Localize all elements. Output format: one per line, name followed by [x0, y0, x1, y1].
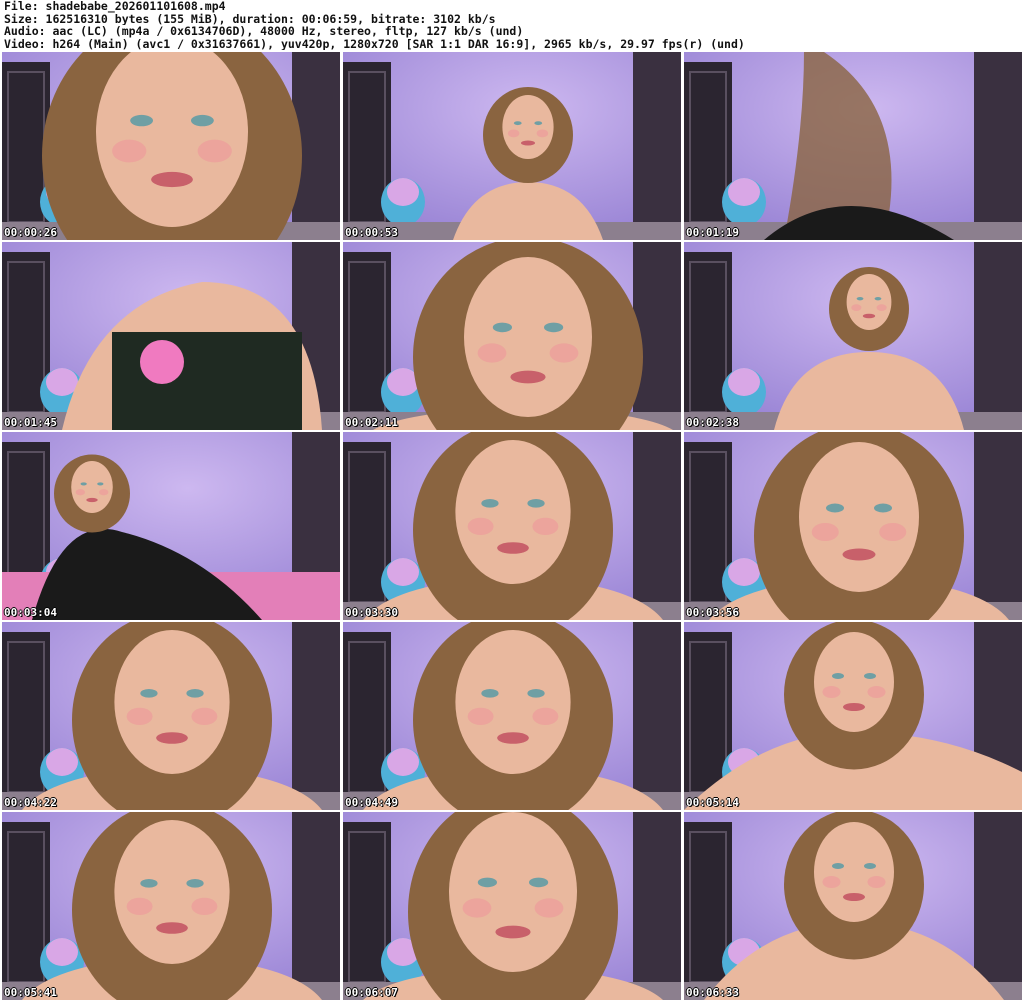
thumbnail-image	[2, 622, 340, 810]
thumbnail-timestamp: 00:06:33	[686, 986, 739, 999]
thumbnail-image	[343, 52, 681, 240]
thumbnail-timestamp: 00:01:19	[686, 226, 739, 239]
thumbnail-frame: 00:03:56	[684, 432, 1022, 620]
thumbnail-timestamp: 00:05:14	[686, 796, 739, 809]
thumbnail-grid: 00:00:26 00:00:53 00:01:19 00:01:45 00:0…	[2, 52, 1022, 1003]
thumbnail-frame: 00:01:45	[2, 242, 340, 430]
thumbnail-frame: 00:03:30	[343, 432, 681, 620]
thumbnail-frame: 00:02:38	[684, 242, 1022, 430]
thumbnail-image	[343, 622, 681, 810]
file-size-line: Size: 162516310 bytes (155 MiB), duratio…	[4, 12, 496, 25]
thumbnail-image	[684, 622, 1022, 810]
file-name-line: File: shadebabe_202601101608.mp4	[4, 0, 226, 13]
thumbnail-timestamp: 00:00:53	[345, 226, 398, 239]
thumbnail-timestamp: 00:06:07	[345, 986, 398, 999]
thumbnail-image	[343, 432, 681, 620]
thumbnail-image	[2, 52, 340, 240]
thumbnail-timestamp: 00:04:22	[4, 796, 57, 809]
thumbnail-image	[343, 242, 681, 430]
thumbnail-frame: 00:04:22	[2, 622, 340, 810]
thumbnail-frame: 00:03:04	[2, 432, 340, 620]
thumbnail-timestamp: 00:05:41	[4, 986, 57, 999]
thumbnail-image	[684, 432, 1022, 620]
thumbnail-frame: 00:01:19	[684, 52, 1022, 240]
audio-info-line: Audio: aac (LC) (mp4a / 0x6134706D), 480…	[4, 25, 524, 38]
thumbnail-image	[343, 812, 681, 1000]
thumbnail-frame: 00:06:07	[343, 812, 681, 1000]
thumbnail-timestamp: 00:01:45	[4, 416, 57, 429]
video-info-line: Video: h264 (Main) (avc1 / 0x31637661), …	[4, 37, 745, 50]
thumbnail-frame: 00:04:49	[343, 622, 681, 810]
thumbnail-timestamp: 00:02:11	[345, 416, 398, 429]
thumbnail-timestamp: 00:03:56	[686, 606, 739, 619]
thumbnail-timestamp: 00:00:26	[4, 226, 57, 239]
thumbnail-image	[2, 242, 340, 430]
thumbnail-image	[684, 812, 1022, 1000]
thumbnail-image	[2, 812, 340, 1000]
thumbnail-frame: 00:05:41	[2, 812, 340, 1000]
thumbnail-image	[2, 432, 340, 620]
thumbnail-frame: 00:02:11	[343, 242, 681, 430]
file-info-header: File: shadebabe_202601101608.mp4 Size: 1…	[4, 0, 1020, 50]
thumbnail-frame: 00:06:33	[684, 812, 1022, 1000]
thumbnail-frame: 00:00:26	[2, 52, 340, 240]
thumbnail-timestamp: 00:03:04	[4, 606, 57, 619]
thumbnail-timestamp: 00:02:38	[686, 416, 739, 429]
thumbnail-timestamp: 00:04:49	[345, 796, 398, 809]
thumbnail-frame: 00:00:53	[343, 52, 681, 240]
thumbnail-timestamp: 00:03:30	[345, 606, 398, 619]
thumbnail-frame: 00:05:14	[684, 622, 1022, 810]
thumbnail-image	[684, 52, 1022, 240]
thumbnail-image	[684, 242, 1022, 430]
